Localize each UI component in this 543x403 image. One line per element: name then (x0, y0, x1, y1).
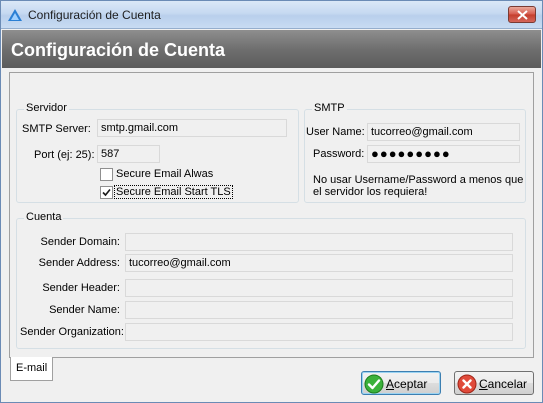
close-button[interactable] (508, 6, 536, 23)
secure-tls-label: Secure Email Start TLS (114, 185, 233, 199)
secure-email-checkbox[interactable] (100, 168, 113, 181)
sender-domain-field[interactable] (125, 233, 513, 251)
cancel-button[interactable]: Cancelar (454, 371, 534, 395)
smtp-note-line2: el servidor los requiera! (313, 186, 428, 198)
checkmark-icon (102, 188, 111, 197)
tab-panel-email: Servidor SMTP Server: smtp.gmail.com Por… (9, 72, 534, 358)
app-logo-icon (8, 9, 22, 21)
smtp-server-label: SMTP Server: (22, 123, 91, 135)
password-label: Password: (313, 148, 365, 160)
user-name-label: User Name: (306, 126, 365, 138)
password-field[interactable]: ●●●●●●●●● (367, 145, 520, 163)
checkmark-icon (364, 374, 384, 394)
sender-address-field[interactable]: tucorreo@gmail.com (125, 254, 513, 272)
sender-domain-label: Sender Domain: (40, 236, 121, 248)
cuenta-group-label: Cuenta (24, 211, 64, 223)
title-bar[interactable]: Configuración de Cuenta (1, 1, 542, 29)
accept-button[interactable]: Aceptar (361, 371, 441, 395)
close-icon (517, 10, 528, 20)
servidor-group-label: Servidor (24, 102, 69, 114)
window-title: Configuración de Cuenta (28, 8, 161, 22)
page-title: Configuración de Cuenta (11, 40, 226, 60)
smtp-group-label: SMTP (312, 102, 347, 114)
config-window: Configuración de Cuenta Configuración de… (0, 0, 543, 403)
user-name-field[interactable]: tucorreo@gmail.com (367, 123, 520, 141)
smtp-note-line1: No usar Username/Password a menos que (313, 174, 524, 186)
sender-org-field[interactable] (125, 323, 513, 341)
sender-name-field[interactable] (125, 301, 513, 319)
port-label: Port (ej: 25): (34, 149, 95, 161)
cancel-label-rest: ancelar (487, 377, 528, 391)
cancel-icon (457, 374, 477, 394)
sender-name-label: Sender Name: (49, 304, 120, 316)
sender-header-label: Sender Header: (42, 282, 120, 294)
smtp-server-field[interactable]: smtp.gmail.com (97, 119, 287, 137)
sender-org-label: Sender Organization: (20, 326, 124, 338)
accept-mnemonic: A (386, 377, 395, 391)
secure-tls-checkbox[interactable] (100, 186, 113, 199)
header-band: Configuración de Cuenta (2, 30, 541, 68)
sender-address-label: Sender Address: (38, 257, 120, 269)
tab-email-label: E-mail (16, 362, 48, 374)
tab-email[interactable]: E-mail (10, 357, 53, 381)
secure-email-label: Secure Email Alwas (116, 168, 214, 180)
sender-header-field[interactable] (125, 279, 513, 297)
cancel-mnemonic: C (479, 377, 488, 391)
accept-label-rest: ceptar (394, 377, 428, 391)
port-field[interactable]: 587 (97, 145, 160, 163)
